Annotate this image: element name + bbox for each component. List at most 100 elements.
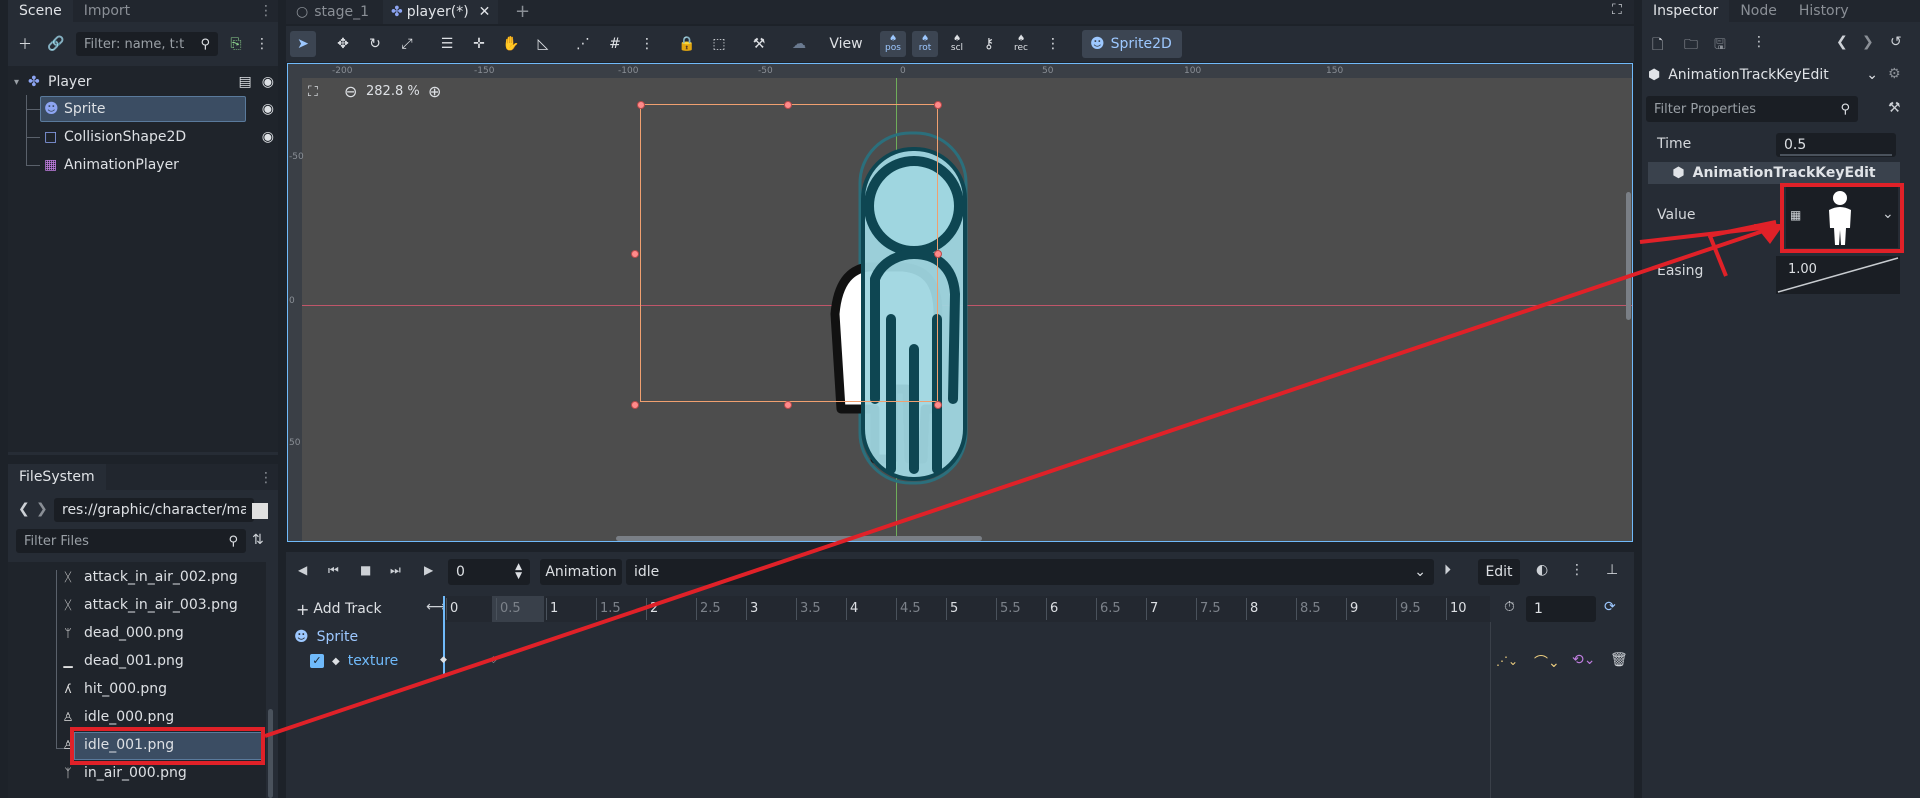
pin-icon[interactable]: ⊥	[1606, 562, 1618, 578]
length-spinbox[interactable]: 1	[1526, 596, 1596, 622]
stop-icon[interactable]: ■	[360, 563, 371, 577]
insert-key-icon[interactable]: ⚷	[976, 31, 1002, 57]
play-backwards-icon[interactable]: ◀	[298, 563, 307, 577]
viewport-vscrollbar[interactable]	[1626, 192, 1631, 320]
back-arrow-icon[interactable]: ❮	[18, 501, 30, 517]
play-backwards-from-end-icon[interactable]: ⏮	[328, 563, 339, 578]
file-row[interactable]: ᛘ dead_000.png	[60, 620, 183, 646]
scene-filter-input[interactable]: Filter: name, t:t ⚲	[76, 32, 218, 56]
scene-menu-icon[interactable]: ⋮	[250, 32, 274, 56]
dock-menu-icon[interactable]: ⋮	[254, 466, 278, 490]
pivot-tool-icon[interactable]: ✛	[466, 31, 492, 57]
smart-snap-icon[interactable]: ⋰	[570, 31, 596, 57]
resize-handle[interactable]	[934, 401, 942, 409]
viewport-hscrollbar[interactable]	[616, 536, 982, 541]
tab-inspector[interactable]: Inspector	[1642, 0, 1730, 22]
resize-handle[interactable]	[784, 401, 792, 409]
forward-arrow-icon[interactable]: ❯	[36, 501, 48, 517]
tree-row-player[interactable]: ▾ ✤ Player ▤ ◉	[14, 69, 274, 95]
onion-skin-icon[interactable]: ◐	[1536, 562, 1548, 578]
rotate-tool-icon[interactable]: ↻	[362, 31, 388, 57]
pan-tool-icon[interactable]: ✋	[498, 31, 524, 57]
tab-filesystem[interactable]: FileSystem	[8, 464, 106, 490]
save-icon[interactable]: 🖫	[1714, 34, 1726, 58]
history-back-icon[interactable]: ❮	[1836, 34, 1848, 50]
add-node-icon[interactable]: ＋	[13, 32, 37, 56]
add-tab-icon[interactable]: +	[515, 1, 530, 22]
delete-track-icon[interactable]: 🗑	[1610, 652, 1628, 668]
checkbox-checked-icon[interactable]: ✓	[310, 654, 324, 668]
scale-tool-icon[interactable]: ⤢	[394, 31, 420, 57]
key-scale-toggle[interactable]: ♠ scl	[944, 31, 970, 57]
resize-handle[interactable]	[631, 250, 639, 258]
override-camera-icon[interactable]: ☁	[786, 31, 812, 57]
file-row[interactable]: ▁ dead_001.png	[60, 648, 183, 674]
file-row[interactable]: ʎ hit_000.png	[60, 676, 167, 702]
keyframe-diamond[interactable]: ◆	[440, 655, 447, 665]
path-field[interactable]: res://graphic/character/mai	[54, 498, 254, 522]
resize-handle[interactable]	[631, 401, 639, 409]
key-rotation-toggle[interactable]: ♠ rot	[912, 31, 938, 57]
inspector-tools-icon[interactable]: ⚒	[1888, 100, 1901, 116]
toggle-split-icon[interactable]	[252, 503, 268, 519]
new-resource-icon[interactable]: 🗋	[1652, 34, 1663, 58]
close-icon[interactable]: ✕	[479, 4, 491, 20]
zoom-out-icon[interactable]: ⊖	[344, 82, 357, 101]
script-icon[interactable]: ▤	[239, 74, 252, 90]
view-menu[interactable]: View	[822, 31, 870, 57]
key-menu-icon[interactable]: ⋮	[1040, 31, 1066, 57]
animation-menu-button[interactable]: Animation	[540, 559, 622, 585]
time-slider-track[interactable]	[1780, 154, 1892, 156]
tab-node[interactable]: Node	[1729, 0, 1788, 22]
snap-menu-icon[interactable]: ⋮	[634, 31, 660, 57]
autoplay-icon[interactable]: ⏵	[1444, 562, 1451, 578]
move-tool-icon[interactable]: ✥	[330, 31, 356, 57]
tab-scene[interactable]: Scene	[8, 0, 73, 22]
history-forward-icon[interactable]: ❯	[1862, 34, 1874, 50]
list-select-icon[interactable]: ☰	[434, 31, 460, 57]
zoom-in-icon[interactable]: ⊕	[428, 82, 441, 101]
tab-import[interactable]: Import	[73, 0, 141, 22]
interpolation-icon[interactable]: ⌒⌄	[1534, 652, 1560, 672]
add-track-button[interactable]: + Add Track	[296, 596, 382, 622]
filter-properties-input[interactable]: Filter Properties ⚲	[1646, 96, 1858, 122]
play-from-start-icon[interactable]: ⏭	[390, 563, 401, 578]
link-icon[interactable]: 🔗	[44, 32, 68, 56]
node-type-button[interactable]: ☻ Sprite2D	[1082, 30, 1182, 58]
update-mode-icon[interactable]: ⋰⌄	[1496, 654, 1518, 668]
track-group-sprite[interactable]: ☻ Sprite	[294, 626, 358, 648]
resize-handle[interactable]	[637, 101, 645, 109]
auto-key-toggle[interactable]: ♠ rec	[1008, 31, 1034, 57]
filter-files-input[interactable]: Filter Files ⚲	[16, 529, 246, 553]
chevron-down-icon[interactable]: ▾	[14, 77, 28, 88]
bone-icon[interactable]: ⚒	[746, 31, 772, 57]
loop-wrap-icon[interactable]: ⟲⌄	[1572, 652, 1595, 668]
center-view-icon[interactable]: ⛶	[308, 84, 318, 100]
visibility-eye-icon[interactable]: ◉	[262, 129, 274, 145]
resize-handle[interactable]	[934, 250, 942, 258]
distraction-free-icon[interactable]: ⛶	[1612, 2, 1622, 18]
tab-stage-1[interactable]: ○ stage_1	[296, 0, 369, 24]
grid-snap-icon[interactable]: #	[602, 31, 628, 57]
select-tool-icon[interactable]: ➤	[290, 31, 316, 57]
tree-row-collisionshape2d[interactable]: □ CollisionShape2D ◉	[44, 124, 278, 150]
file-list-scrollbar[interactable]	[268, 709, 273, 798]
tab-player[interactable]: ✤ player(*) ✕	[383, 0, 499, 24]
animation-select[interactable]: idle ⌄	[626, 559, 1434, 585]
track-texture[interactable]: ✓ ◆ texture	[310, 650, 398, 672]
edit-menu-button[interactable]: Edit	[1478, 559, 1520, 585]
open-folder-icon[interactable]: 🗀	[1684, 34, 1698, 58]
resize-handle[interactable]	[934, 101, 942, 109]
attach-script-icon[interactable]: ⎘	[224, 32, 248, 56]
file-row[interactable]: ᚷ attack_in_air_003.png	[60, 592, 237, 618]
group-icon[interactable]: ⬚	[706, 31, 732, 57]
dock-menu-icon[interactable]: ⋮	[254, 0, 278, 22]
tree-row-animationplayer[interactable]: ▦ AnimationPlayer	[44, 152, 278, 178]
tab-history[interactable]: History	[1788, 0, 1860, 22]
object-history-icon[interactable]: ↺	[1890, 34, 1902, 50]
visibility-eye-icon[interactable]: ◉	[262, 74, 274, 90]
ruler-tool-icon[interactable]: ◺	[530, 31, 556, 57]
animation-menu-icon[interactable]: ⋮	[1570, 562, 1584, 578]
tree-row-sprite[interactable]: ☻ Sprite ◉	[40, 96, 278, 122]
loop-icon[interactable]: ⟳	[1604, 599, 1616, 615]
